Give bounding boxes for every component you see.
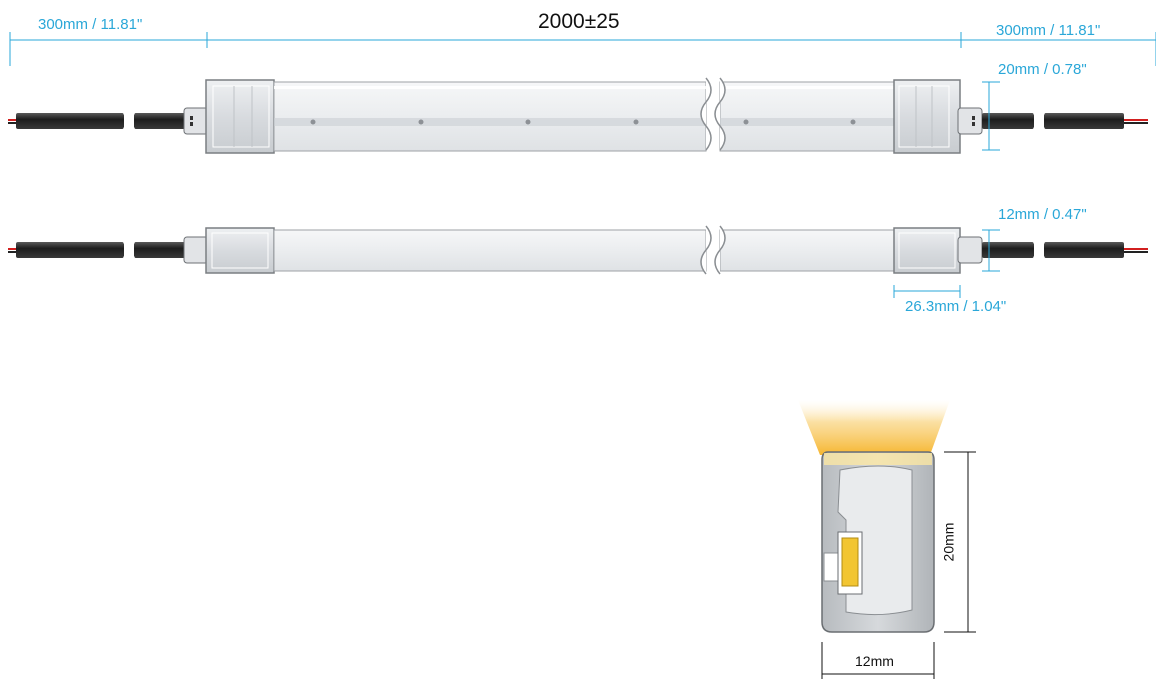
neon-strip-drawing <box>8 32 1156 679</box>
left-end-cap-top <box>205 79 275 154</box>
total-length-label: 2000±25 <box>538 10 620 33</box>
top-dimension-line <box>9 32 1156 66</box>
cap-length-dimension <box>893 285 961 298</box>
height-side-label: 20mm / 0.78" <box>998 61 1087 78</box>
section-width-label: 12mm <box>855 653 894 669</box>
cable-right-label: 300mm / 11.81" <box>996 22 1101 39</box>
right-cable-bottom <box>982 241 1148 259</box>
right-end-cap-bottom <box>893 227 961 274</box>
cross-section <box>798 400 950 633</box>
cable-left-label: 300mm / 11.81" <box>38 16 143 33</box>
strip-top-view <box>8 225 1148 275</box>
light-glow <box>798 400 950 455</box>
led-chip <box>841 537 859 587</box>
left-cable-top <box>8 112 188 130</box>
cap-length-label: 26.3mm / 1.04" <box>905 298 1007 315</box>
right-end-cap-top <box>893 79 961 154</box>
right-cable-top <box>982 112 1148 130</box>
strip-side-view <box>8 77 1148 154</box>
section-height-label: 20mm <box>940 522 957 562</box>
width-top-label: 12mm / 0.47" <box>998 206 1087 223</box>
left-cable-bottom <box>8 241 188 259</box>
left-end-cap-bottom <box>205 227 275 274</box>
